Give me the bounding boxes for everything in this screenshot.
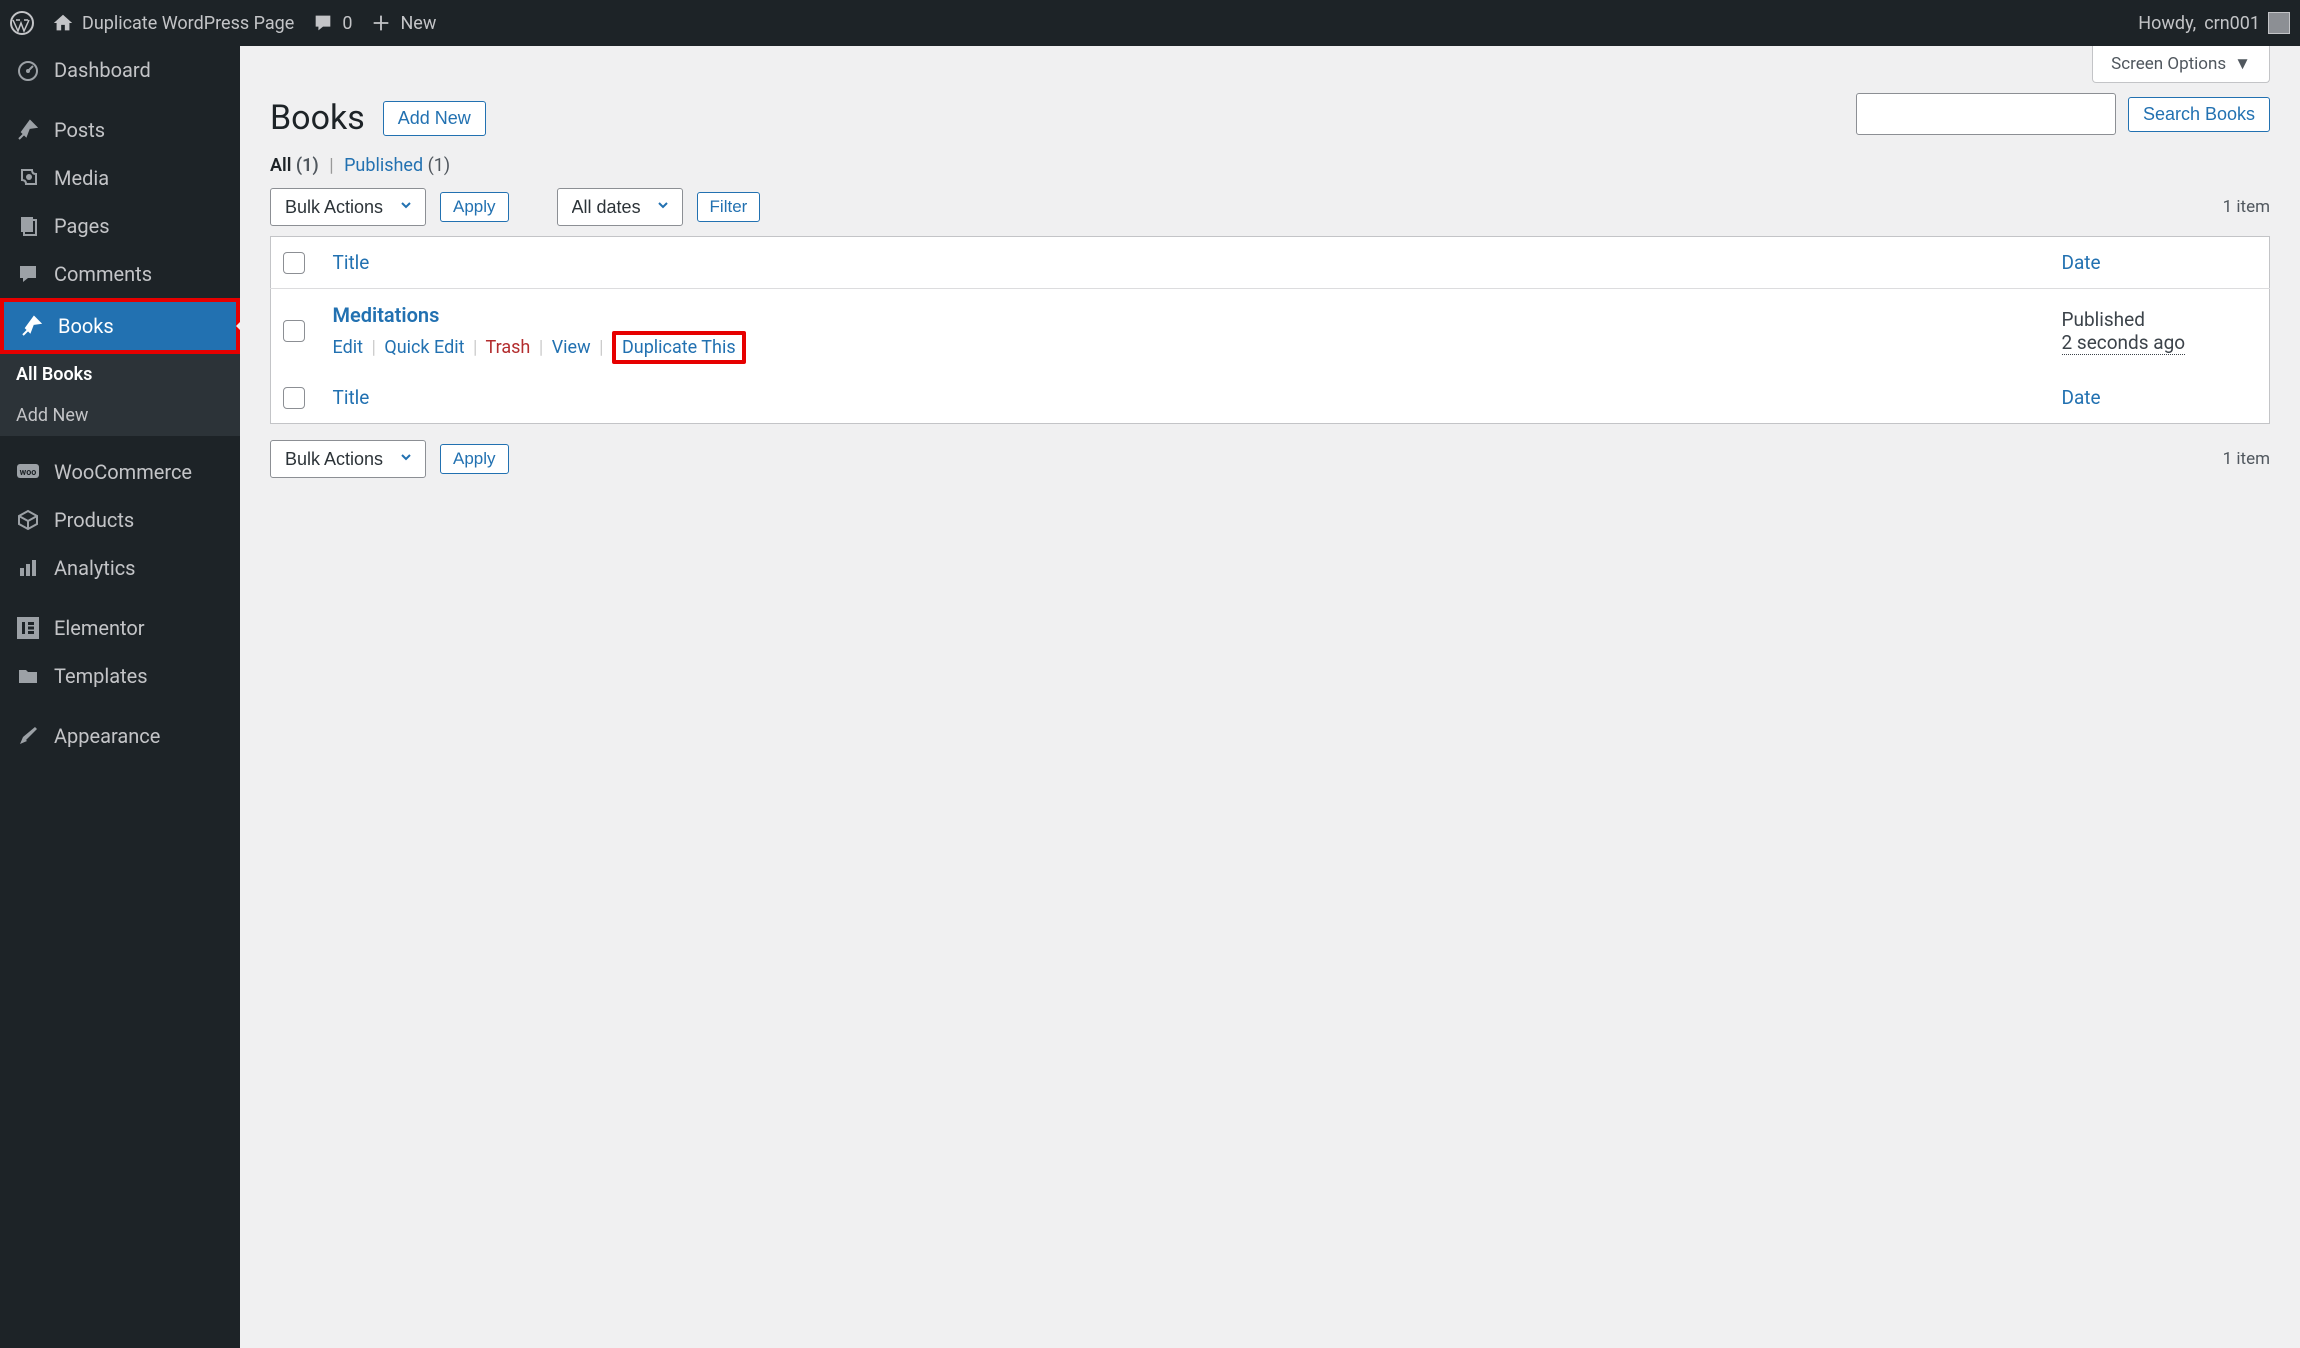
column-title[interactable]: Title <box>321 237 2050 289</box>
svg-text:woo: woo <box>20 468 37 478</box>
filter-published[interactable]: Published (1) <box>344 155 450 176</box>
sidebar-item-appearance[interactable]: Appearance <box>0 712 240 760</box>
admin-sidebar: Dashboard Posts Media Pages Comments Boo… <box>0 46 240 1348</box>
action-view[interactable]: View <box>552 337 591 358</box>
sidebar-item-label: Analytics <box>54 556 136 580</box>
action-trash[interactable]: Trash <box>486 337 531 358</box>
sidebar-item-analytics[interactable]: Analytics <box>0 544 240 592</box>
avatar <box>2268 12 2290 34</box>
sidebar-item-comments[interactable]: Comments <box>0 250 240 298</box>
submenu-item-add-new[interactable]: Add New <box>0 395 240 436</box>
plus-icon <box>370 12 392 34</box>
filter-all[interactable]: All (1) <box>270 155 319 176</box>
comments-link[interactable]: 0 <box>312 12 352 34</box>
account-link[interactable]: Howdy, crn001 <box>2138 12 2290 34</box>
action-edit[interactable]: Edit <box>333 337 363 358</box>
wp-logo-icon[interactable] <box>10 11 34 35</box>
media-icon <box>16 166 40 190</box>
action-quick-edit[interactable]: Quick Edit <box>384 337 464 358</box>
row-actions: Edit | Quick Edit | Trash | View | Dupli… <box>333 337 2038 358</box>
howdy-label: Howdy, <box>2138 13 2196 34</box>
item-count-bottom: 1 item <box>2223 449 2270 469</box>
row-title-link[interactable]: Meditations <box>333 303 440 327</box>
sidebar-submenu: All Books Add New <box>0 354 240 436</box>
table-row: Meditations Edit | Quick Edit | Trash | … <box>271 289 2270 373</box>
page-title: Books <box>270 98 365 138</box>
search-input[interactable] <box>1856 93 2116 135</box>
apply-button[interactable]: Apply <box>440 192 509 222</box>
sidebar-item-label: Comments <box>54 262 152 286</box>
comment-count: 0 <box>342 13 352 34</box>
sidebar-item-posts[interactable]: Posts <box>0 106 240 154</box>
sidebar-item-label: Books <box>58 314 114 338</box>
add-new-button[interactable]: Add New <box>383 101 486 136</box>
sidebar-item-label: Pages <box>54 214 110 238</box>
filter-button[interactable]: Filter <box>697 192 761 222</box>
screen-options-label: Screen Options <box>2111 54 2226 74</box>
row-checkbox[interactable] <box>283 320 305 342</box>
apply-button-bottom[interactable]: Apply <box>440 444 509 474</box>
folder-icon <box>16 664 40 688</box>
select-all-checkbox-bottom[interactable] <box>283 387 305 409</box>
sidebar-item-label: Products <box>54 508 134 532</box>
select-all-checkbox[interactable] <box>283 252 305 274</box>
sidebar-item-label: Templates <box>54 664 148 688</box>
new-content-link[interactable]: New <box>370 12 436 34</box>
box-icon <box>16 508 40 532</box>
pages-icon <box>16 214 40 238</box>
sidebar-item-label: Dashboard <box>54 58 151 82</box>
sidebar-item-label: Elementor <box>54 616 145 640</box>
books-table: Title Date Meditations Edit | Quick Edit… <box>270 236 2270 424</box>
main-content: Screen Options ▼ Books Add New Search Bo… <box>240 46 2300 1348</box>
admin-bar: Duplicate WordPress Page 0 New Howdy, cr… <box>0 0 2300 46</box>
bulk-actions-select-bottom[interactable]: Bulk Actions <box>270 440 426 478</box>
chevron-down-icon: ▼ <box>2234 54 2251 74</box>
screen-options-button[interactable]: Screen Options ▼ <box>2092 46 2270 83</box>
search-button[interactable]: Search Books <box>2128 97 2270 132</box>
home-icon <box>52 12 74 34</box>
bulk-actions-select[interactable]: Bulk Actions <box>270 188 426 226</box>
woo-icon: woo <box>16 460 40 484</box>
pin-icon <box>20 314 44 338</box>
row-status: Published <box>2062 308 2258 331</box>
chart-icon <box>16 556 40 580</box>
sidebar-item-pages[interactable]: Pages <box>0 202 240 250</box>
sidebar-item-dashboard[interactable]: Dashboard <box>0 46 240 94</box>
comment-icon <box>312 12 334 34</box>
sidebar-item-elementor[interactable]: Elementor <box>0 604 240 652</box>
sidebar-item-label: Appearance <box>54 724 160 748</box>
date-filter-select[interactable]: All dates <box>557 188 683 226</box>
elementor-icon <box>16 616 40 640</box>
comment-icon <box>16 262 40 286</box>
pin-icon <box>16 118 40 142</box>
username: crn001 <box>2204 13 2260 34</box>
gauge-icon <box>16 58 40 82</box>
new-label: New <box>400 13 436 34</box>
sidebar-item-label: Posts <box>54 118 105 142</box>
sidebar-item-woocommerce[interactable]: woo WooCommerce <box>0 448 240 496</box>
column-title-footer[interactable]: Title <box>321 372 2050 424</box>
action-duplicate[interactable]: Duplicate This <box>622 337 736 358</box>
brush-icon <box>16 724 40 748</box>
site-title: Duplicate WordPress Page <box>82 13 294 34</box>
sidebar-item-label: WooCommerce <box>54 460 192 484</box>
sidebar-item-media[interactable]: Media <box>0 154 240 202</box>
column-date-footer[interactable]: Date <box>2050 372 2270 424</box>
sidebar-item-templates[interactable]: Templates <box>0 652 240 700</box>
submenu-item-all-books[interactable]: All Books <box>0 354 240 395</box>
column-date[interactable]: Date <box>2050 237 2270 289</box>
sidebar-item-products[interactable]: Products <box>0 496 240 544</box>
status-filters: All (1) | Published (1) <box>270 155 2270 176</box>
site-link[interactable]: Duplicate WordPress Page <box>52 12 294 34</box>
sidebar-item-label: Media <box>54 166 109 190</box>
item-count-top: 1 item <box>2223 197 2270 217</box>
sidebar-item-books[interactable]: Books <box>0 298 240 354</box>
row-time: 2 seconds ago <box>2062 331 2186 355</box>
